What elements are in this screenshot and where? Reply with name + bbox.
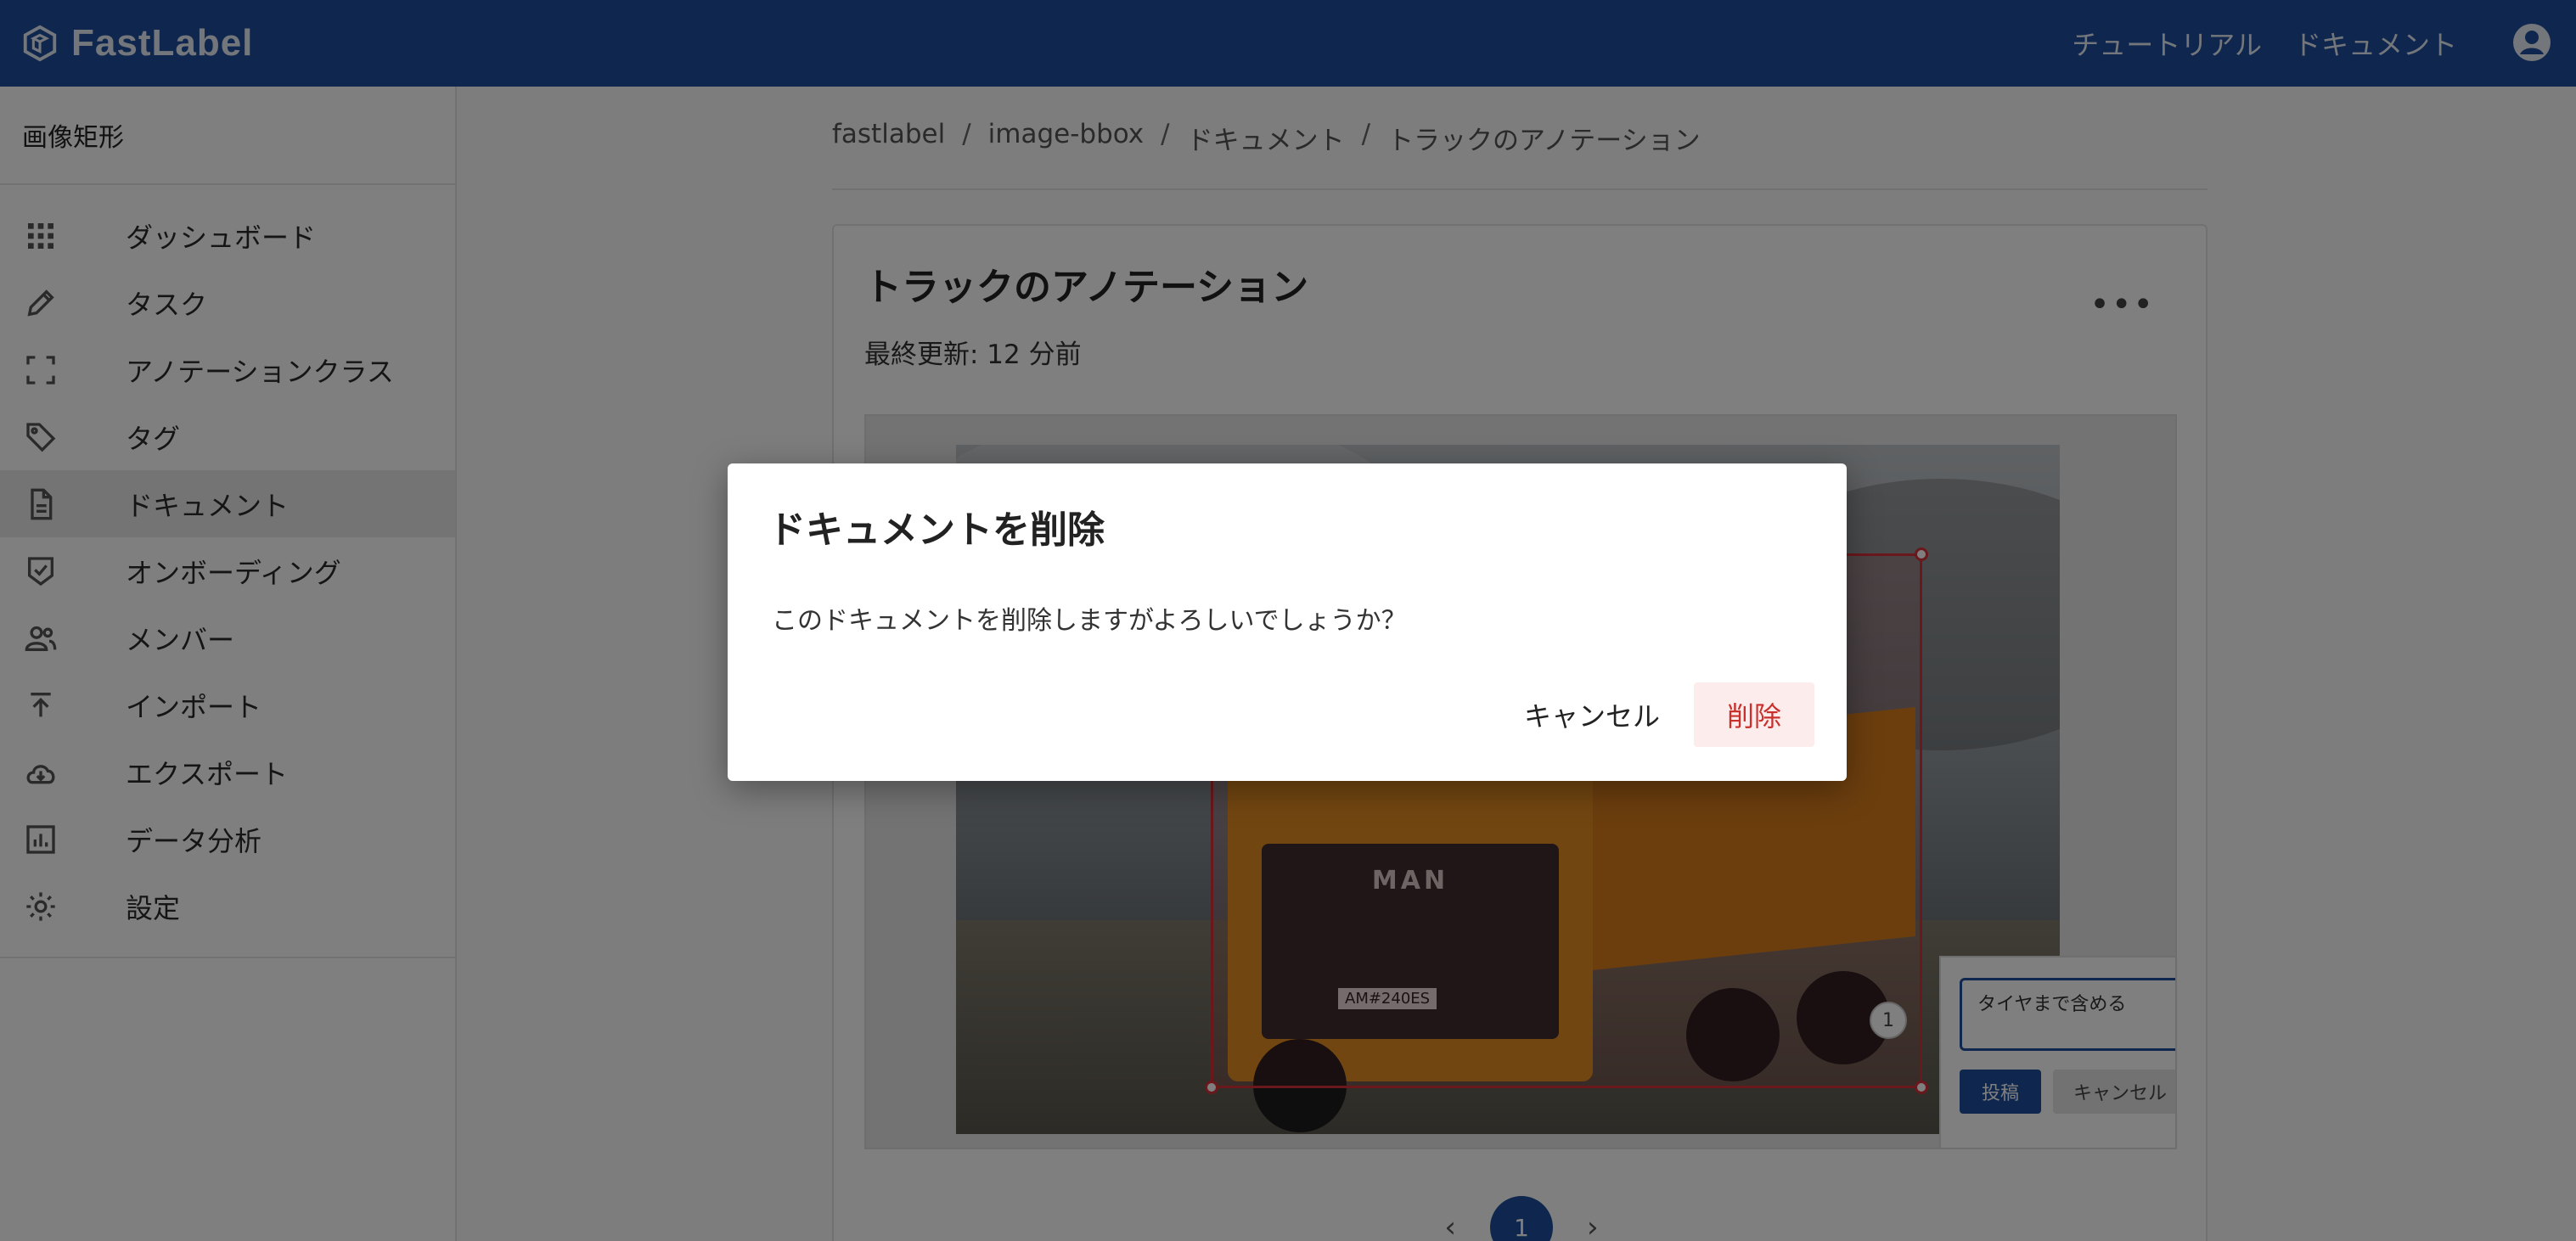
cancel-button[interactable]: キャンセル (1507, 682, 1677, 747)
delete-document-dialog: ドキュメントを削除 このドキュメントを削除しますがよろしいでしょうか？ キャンセ… (728, 463, 1847, 781)
delete-button[interactable]: 削除 (1694, 682, 1814, 747)
dialog-message: このドキュメントを削除しますがよろしいでしょうか？ (772, 606, 1407, 636)
dialog-title: ドキュメントを削除 (768, 508, 1105, 552)
